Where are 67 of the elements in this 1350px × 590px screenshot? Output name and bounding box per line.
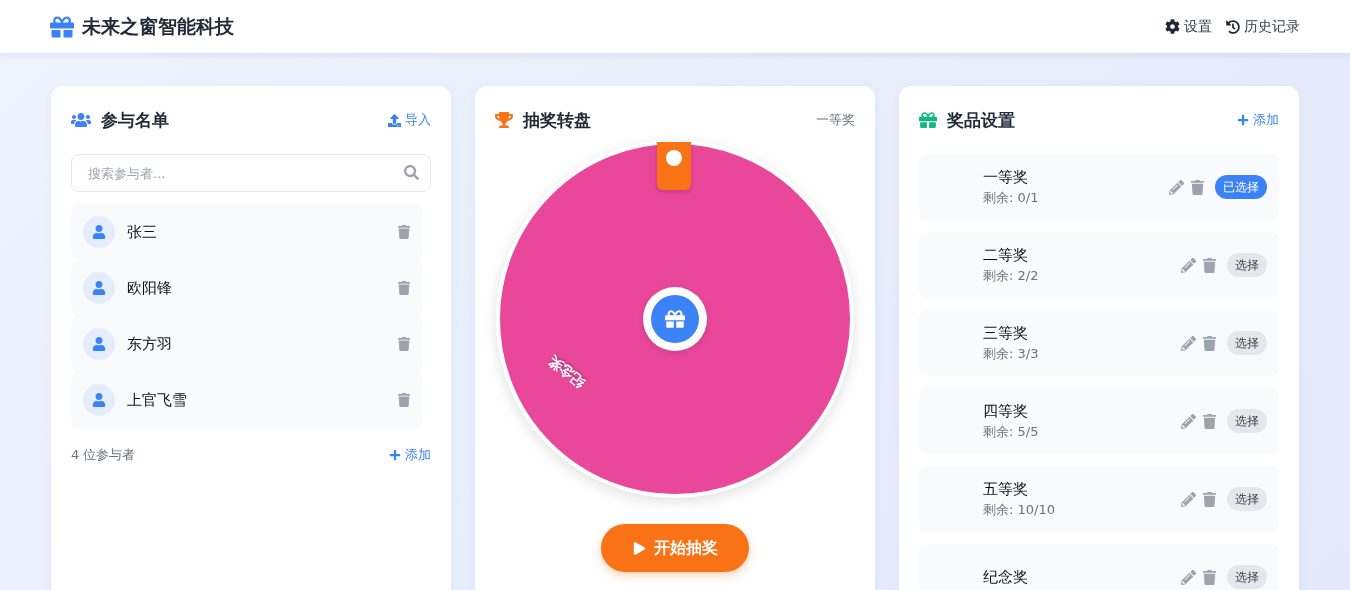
avatar-icon bbox=[83, 216, 115, 248]
delete-button[interactable] bbox=[397, 337, 411, 351]
prize-remaining: 剩余: 3/3 bbox=[983, 344, 1040, 363]
upload-icon bbox=[388, 113, 401, 127]
delete-button[interactable] bbox=[1202, 569, 1217, 585]
app-title: 未来之窗智能科技 bbox=[82, 13, 234, 39]
history-icon bbox=[1226, 19, 1240, 34]
settings-button[interactable]: 设置 bbox=[1165, 17, 1212, 36]
panel-title: 奖品设置 bbox=[947, 108, 1015, 132]
prize-name: 四等奖 bbox=[983, 401, 1029, 421]
edit-button[interactable] bbox=[1181, 257, 1196, 273]
participant-count: 4 位参与者 bbox=[71, 446, 136, 464]
prize-remaining: 剩余: 0/1 bbox=[983, 188, 1040, 207]
participant-name: 欧阳锋 bbox=[127, 278, 173, 298]
delete-button[interactable] bbox=[1190, 179, 1205, 195]
prize-name: 五等奖 bbox=[983, 479, 1029, 499]
edit-button[interactable] bbox=[1181, 491, 1196, 507]
edit-button[interactable] bbox=[1181, 569, 1196, 585]
users-icon bbox=[71, 110, 91, 130]
select-button[interactable]: 选择 bbox=[1227, 487, 1267, 511]
select-button[interactable]: 选择 bbox=[1227, 409, 1267, 433]
panel-title: 抽奖转盘 bbox=[523, 108, 591, 132]
prize-remaining: 剩余: 5/5 bbox=[983, 422, 1040, 441]
select-button[interactable]: 选择 bbox=[1227, 253, 1267, 277]
delete-button[interactable] bbox=[397, 225, 411, 239]
participant-name: 张三 bbox=[127, 222, 158, 242]
prize-name: 二等奖 bbox=[983, 245, 1029, 265]
prize-name: 三等奖 bbox=[983, 323, 1029, 343]
gift-icon bbox=[50, 14, 74, 39]
edit-button[interactable] bbox=[1181, 335, 1196, 351]
settings-icon bbox=[1165, 19, 1180, 34]
wheel-pointer bbox=[657, 142, 691, 190]
wheel-segment-label: 纪念奖 bbox=[544, 351, 589, 391]
prize-remaining: 剩余: 10/10 bbox=[983, 500, 1056, 519]
avatar-icon bbox=[83, 328, 115, 360]
avatar-icon bbox=[83, 272, 115, 304]
participant-name: 东方羽 bbox=[127, 334, 173, 354]
current-prize: 一等奖 bbox=[816, 111, 855, 129]
history-button[interactable]: 历史记录 bbox=[1226, 17, 1300, 36]
gift-icon bbox=[665, 309, 685, 329]
plus-icon bbox=[1237, 114, 1249, 126]
prize-name: 纪念奖 bbox=[983, 567, 1029, 587]
edit-button[interactable] bbox=[1181, 413, 1196, 429]
delete-button[interactable] bbox=[1202, 335, 1217, 351]
delete-button[interactable] bbox=[397, 393, 411, 407]
search-field[interactable]: 搜索参与者... bbox=[71, 154, 431, 192]
panel-title: 参与名单 bbox=[101, 108, 169, 132]
select-button[interactable]: 选择 bbox=[1227, 331, 1267, 355]
select-button[interactable]: 已选择 bbox=[1215, 175, 1267, 199]
delete-button[interactable] bbox=[1202, 413, 1217, 429]
add-prize-button[interactable]: 添加 bbox=[1237, 111, 1279, 129]
trophy-icon bbox=[495, 111, 513, 129]
play-icon bbox=[632, 541, 646, 555]
select-button[interactable]: 选择 bbox=[1227, 565, 1267, 589]
search-icon bbox=[404, 165, 419, 180]
add-participant-button[interactable]: 添加 bbox=[389, 446, 431, 464]
delete-button[interactable] bbox=[397, 281, 411, 295]
delete-button[interactable] bbox=[1202, 491, 1217, 507]
participant-name: 上官飞雪 bbox=[127, 390, 188, 410]
delete-button[interactable] bbox=[1202, 257, 1217, 273]
import-button[interactable]: 导入 bbox=[388, 111, 431, 129]
prize-name: 一等奖 bbox=[983, 167, 1029, 187]
avatar-icon bbox=[83, 384, 115, 416]
plus-icon bbox=[389, 449, 401, 461]
gift-icon bbox=[919, 111, 937, 129]
prize-remaining: 剩余: 2/2 bbox=[983, 266, 1040, 285]
edit-button[interactable] bbox=[1169, 179, 1184, 195]
